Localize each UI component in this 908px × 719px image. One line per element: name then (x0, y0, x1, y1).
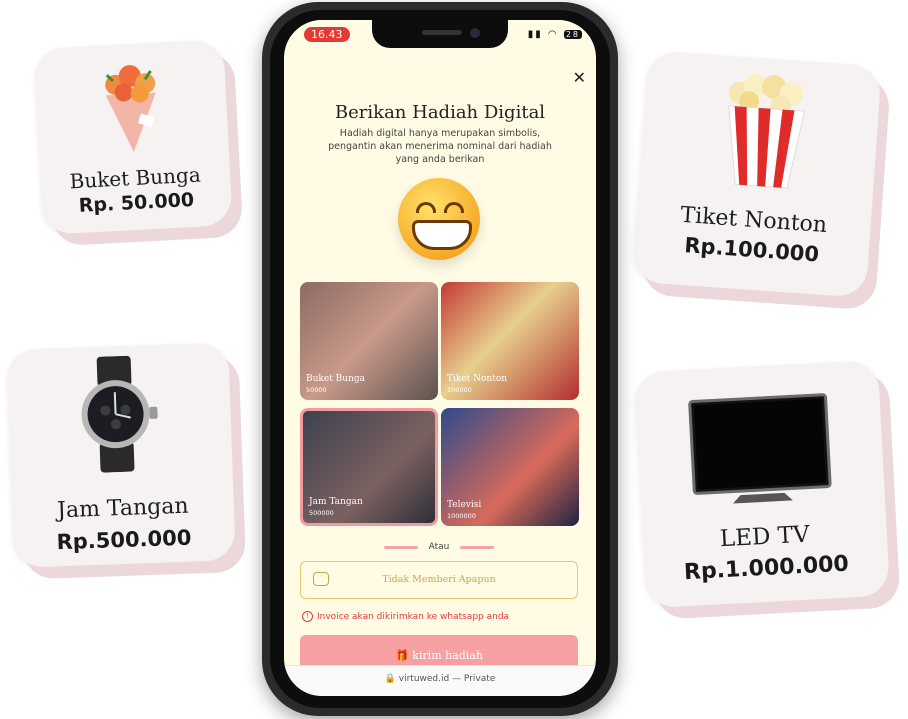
notch (372, 20, 508, 48)
phone-screen: 16.43 ▮▮ ◠ 28 ✕ Berikan Hadiah Digital H… (284, 20, 596, 696)
popcorn-icon (728, 73, 806, 189)
status-icons: ▮▮ ◠ 28 (528, 29, 582, 40)
gift-option-tv[interactable]: Televisi 1000000 (441, 408, 579, 526)
gift-option-value: 1000000 (447, 512, 476, 520)
gift-card-movie-ticket: Tiket Nonton Rp.100.000 (632, 50, 882, 298)
wifi-icon: ◠ (547, 29, 559, 40)
send-gift-label: kirim hadiah (412, 649, 483, 662)
gift-option-label: Tiket Nonton (447, 374, 508, 384)
gift-icon: 🎁 (395, 649, 413, 662)
wristwatch-icon (81, 355, 158, 473)
gift-option-watch[interactable]: Jam Tangan 500000 (300, 408, 438, 526)
battery-icon: 28 (563, 30, 582, 39)
invoice-note-text: Invoice akan dikirimkan ke whatsapp anda (317, 612, 510, 622)
flower-bouquet-icon (105, 65, 156, 152)
lock-icon: 🔒 (384, 674, 399, 684)
modal-subtitle: Hadiah digital hanya merupakan simbolis,… (328, 128, 552, 165)
gift-card-watch: Jam Tangan Rp.500.000 (6, 342, 236, 568)
modal-title: Berikan Hadiah Digital (334, 102, 546, 123)
gift-card-price: Rp.1.000.000 (683, 551, 850, 586)
front-camera (470, 28, 480, 38)
grinning-face-icon (398, 178, 480, 260)
invoice-note: ! Invoice akan dikirimkan ke whatsapp and… (302, 611, 509, 622)
gift-option-label: Televisi (447, 500, 482, 510)
no-gift-button[interactable]: Tidak Memberi Apapun (300, 561, 578, 599)
gift-option-bouquet[interactable]: Buket Bunga 50000 (300, 282, 438, 400)
gift-option-movie-ticket[interactable]: Tiket Nonton 100000 (441, 282, 579, 400)
gift-card-name: Jam Tangan (56, 493, 189, 524)
gift-option-value: 100000 (447, 386, 472, 394)
url-text: virtuwed.id — Private (398, 674, 496, 684)
signal-icon: ▮▮ (527, 29, 543, 40)
gift-option-value: 500000 (309, 509, 334, 517)
browser-url-bar[interactable]: 🔒 virtuwed.id — Private (284, 665, 596, 696)
gift-option-label: Buket Bunga (306, 374, 366, 384)
gift-card-bouquet: Buket Bunga Rp. 50.000 (33, 39, 233, 235)
alert-icon: ! (302, 611, 313, 622)
status-time: 16.43 (304, 27, 350, 42)
no-gift-label: Tidak Memberi Apapun (382, 574, 496, 585)
gift-option-label: Jam Tangan (309, 497, 363, 507)
gift-card-price: Rp.500.000 (56, 525, 192, 555)
or-divider: Atau (384, 542, 494, 552)
tv-icon (688, 393, 832, 504)
speaker-grille (422, 30, 462, 35)
gift-option-value: 50000 (306, 386, 327, 394)
phone-mockup: 16.43 ▮▮ ◠ 28 ✕ Berikan Hadiah Digital H… (262, 2, 618, 716)
close-icon[interactable]: ✕ (573, 68, 586, 87)
gift-card-tv: LED TV Rp.1.000.000 (633, 359, 891, 609)
